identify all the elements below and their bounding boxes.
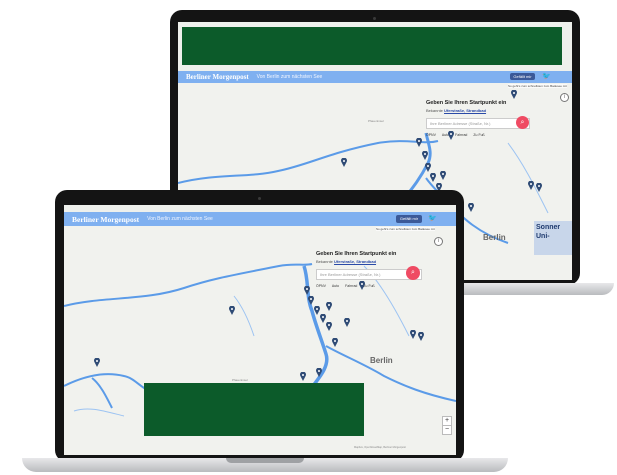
- front-map-pin-icon[interactable]: [344, 318, 350, 327]
- back-panel-subtitle-prefix: Bekannte: [426, 108, 443, 113]
- front-map-pin-icon[interactable]: [418, 332, 424, 341]
- back-map-pin-icon[interactable]: [528, 181, 534, 190]
- front-laptop-notch: [226, 458, 304, 463]
- back-address-input[interactable]: Ihre Berliner Adresse (Straße, Nr.): [426, 118, 530, 129]
- back-panel-subtitle-link[interactable]: Uferstraße, Strandbad: [444, 108, 486, 113]
- front-twitter-icon[interactable]: 🐦: [428, 214, 437, 222]
- back-hint-text: So geht's zum schnellsten zum Badesee mi…: [508, 84, 567, 88]
- front-hint-text: So geht's zum schnellsten zum Badesee mi…: [376, 227, 435, 231]
- front-travel-modes: ÖPNV Auto Fahrrad Zu Fuß: [316, 284, 426, 288]
- front-mode-auto[interactable]: Auto: [332, 284, 339, 288]
- back-map-pin-icon[interactable]: [468, 203, 474, 212]
- back-info-icon[interactable]: i: [560, 93, 569, 102]
- back-brand-logo[interactable]: Berliner Morgenpost: [186, 73, 249, 81]
- back-facebook-like-button[interactable]: Gefällt mir: [510, 73, 535, 80]
- back-mode-fuss[interactable]: Zu Fuß: [473, 133, 484, 137]
- front-map-attribution[interactable]: Mapbox, OpenStreetMap, Berliner Morgenpo…: [354, 446, 406, 449]
- front-mode-oepnv[interactable]: ÖPNV: [316, 284, 326, 288]
- front-laptop-screen: Berliner Morgenpost Von Berlin zum nächs…: [64, 205, 456, 455]
- back-mode-oepnv[interactable]: ÖPNV: [426, 133, 436, 137]
- back-panel-subtitle: Bekannte Uferstraße, Strandbad: [426, 108, 536, 113]
- front-map-pin-icon[interactable]: [304, 286, 310, 295]
- back-map-pin-icon[interactable]: [440, 171, 446, 180]
- back-search-icon[interactable]: ⌕: [516, 116, 529, 129]
- back-twitter-icon[interactable]: 🐦: [542, 72, 551, 80]
- front-city-label: Berlin: [370, 356, 393, 365]
- front-zoom-out-button[interactable]: −: [442, 425, 452, 435]
- front-panel-subtitle-link[interactable]: Uferstraße, Strandbad: [334, 259, 376, 264]
- front-tagline: Von Berlin zum nächsten See: [147, 216, 213, 222]
- front-search-icon[interactable]: ⌕: [406, 266, 420, 280]
- front-map-place-label: Pfaueninsel: [232, 378, 248, 382]
- front-map-pin-icon[interactable]: [316, 368, 322, 377]
- front-redaction-block: [144, 383, 364, 436]
- front-map-pin-icon[interactable]: [332, 338, 338, 347]
- front-panel-title: Geben Sie Ihren Startpunkt ein: [316, 251, 397, 257]
- back-travel-modes: ÖPNV Auto Fahrrad Zu Fuß: [426, 133, 536, 137]
- front-brand-logo[interactable]: Berliner Morgenpost: [72, 215, 139, 224]
- back-map-place-label: Pfaueninsel: [368, 119, 384, 123]
- front-panel-subtitle-prefix: Bekannte: [316, 259, 333, 264]
- back-panel-title: Geben Sie Ihren Startpunkt ein: [426, 100, 507, 106]
- back-mode-fahrrad[interactable]: Fahrrad: [455, 133, 467, 137]
- front-mode-fahrrad[interactable]: Fahrrad: [345, 284, 357, 288]
- back-laptop-camera: [373, 17, 376, 20]
- back-map-pin-icon[interactable]: [448, 131, 454, 140]
- back-map-pin-icon[interactable]: [422, 151, 428, 160]
- back-city-label: Berlin: [483, 233, 506, 242]
- back-map-pin-icon[interactable]: [430, 173, 436, 182]
- back-tagline: Von Berlin zum nächsten See: [256, 74, 323, 80]
- back-redaction-block: [182, 27, 562, 65]
- back-map-pin-icon[interactable]: [425, 163, 431, 172]
- front-map-pin-icon[interactable]: [308, 296, 314, 305]
- back-promo-badge[interactable]: Sonner Uni-: [534, 221, 572, 255]
- front-map-pin-icon[interactable]: [229, 306, 235, 315]
- back-map-pin-icon[interactable]: [536, 183, 542, 192]
- back-map-pin-icon[interactable]: [416, 138, 422, 147]
- front-facebook-like-button[interactable]: Gefällt mir: [396, 215, 422, 223]
- front-laptop-camera: [258, 197, 261, 200]
- front-map-pin-icon[interactable]: [326, 302, 332, 311]
- back-map-pin-icon[interactable]: [511, 90, 517, 99]
- front-panel-subtitle: Bekannte Uferstraße, Strandbad: [316, 259, 426, 264]
- front-map-pin-icon[interactable]: [326, 322, 332, 331]
- front-info-icon[interactable]: i: [434, 237, 443, 246]
- back-map-pin-icon[interactable]: [341, 158, 347, 167]
- front-map-pin-icon[interactable]: [359, 281, 365, 290]
- front-mode-fuss[interactable]: Zu Fuß: [363, 284, 374, 288]
- front-map-pin-icon[interactable]: [300, 372, 306, 381]
- front-map-pin-icon[interactable]: [410, 330, 416, 339]
- front-map-pin-icon[interactable]: [94, 358, 100, 367]
